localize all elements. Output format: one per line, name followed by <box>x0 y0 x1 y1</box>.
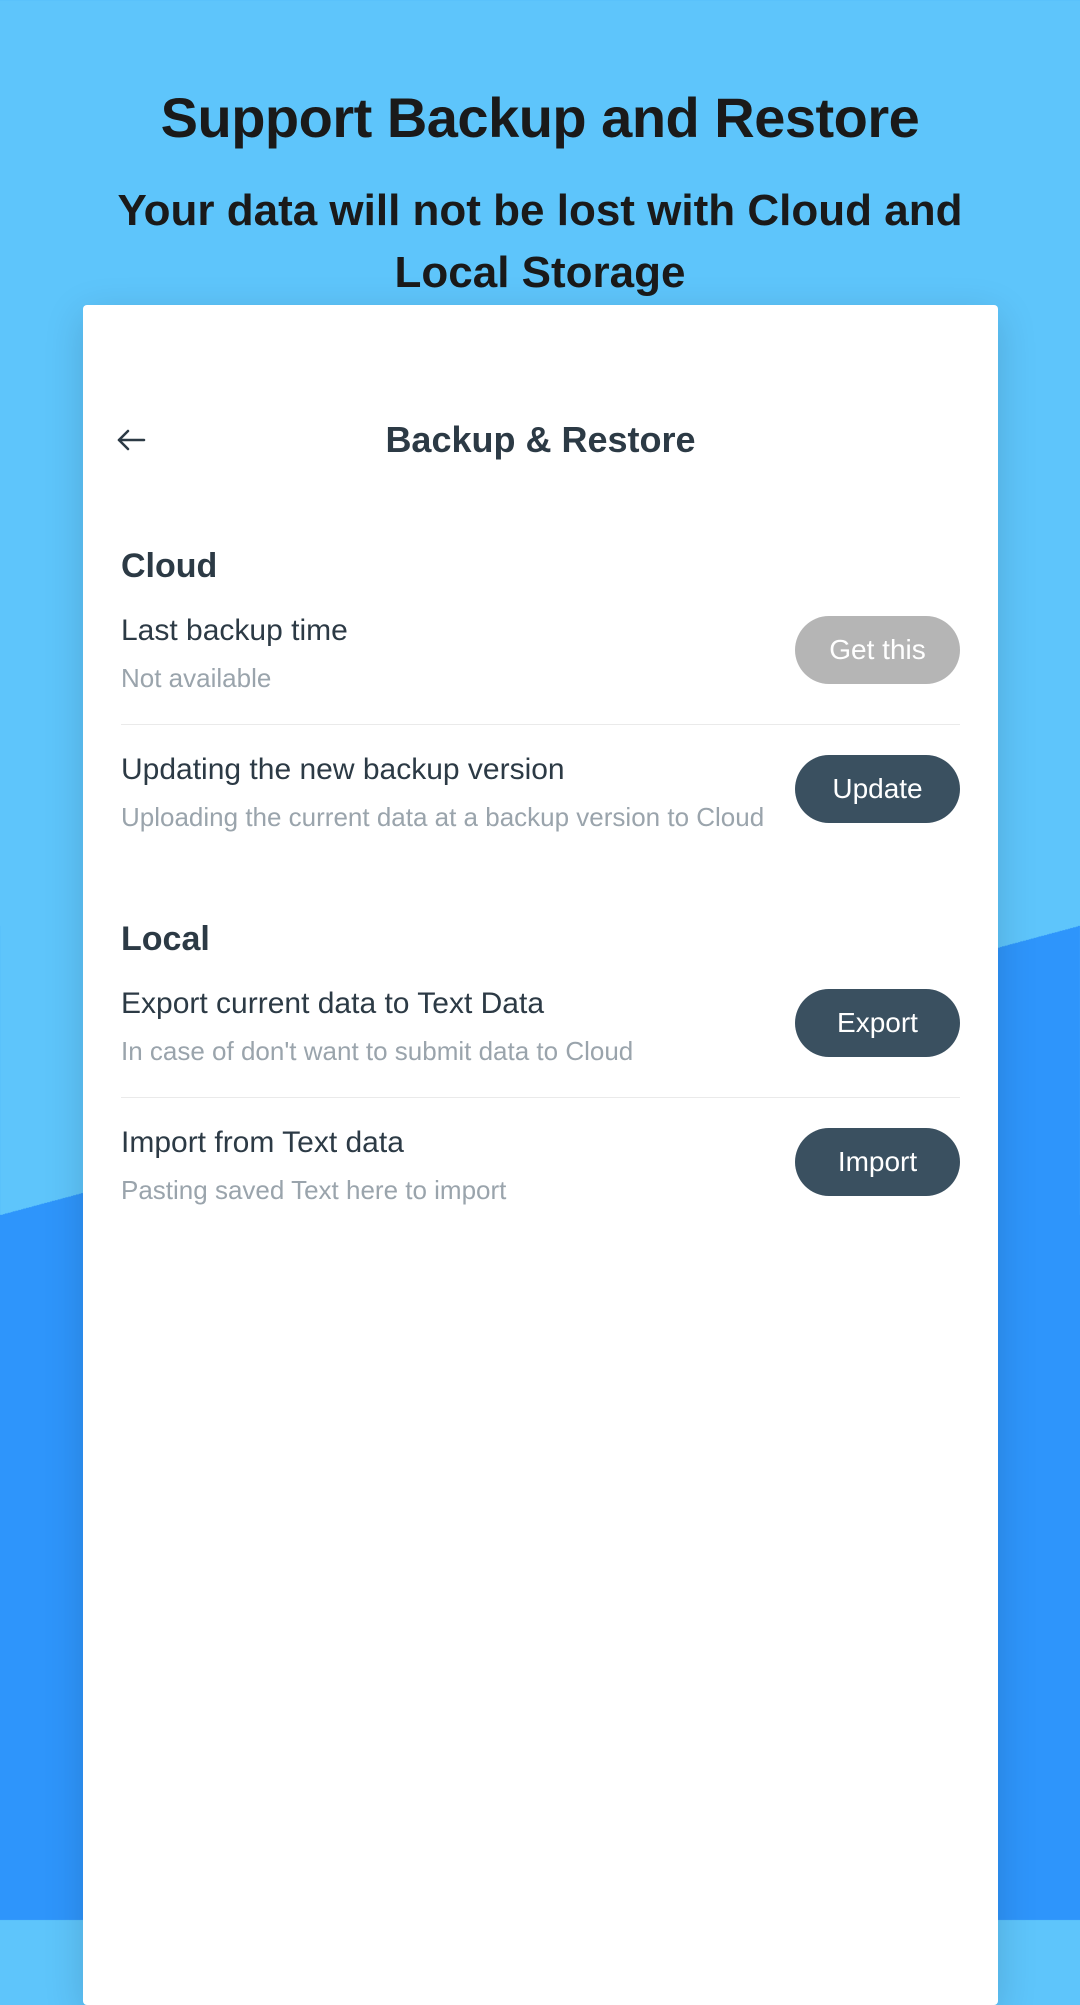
section-title-local: Local <box>121 920 960 959</box>
import-description: Pasting saved Text here to import <box>121 1172 775 1208</box>
export-description: In case of don't want to submit data to … <box>121 1033 775 1069</box>
setting-text: Updating the new backup version Uploadin… <box>121 753 795 835</box>
export-label: Export current data to Text Data <box>121 987 775 1021</box>
section-title-cloud: Cloud <box>121 547 960 586</box>
local-export-row: Export current data to Text Data In case… <box>121 987 960 1098</box>
settings-content: Cloud Last backup time Not available Get… <box>83 465 998 1237</box>
update-backup-description: Uploading the current data at a backup v… <box>121 799 775 835</box>
last-backup-label: Last backup time <box>121 614 775 648</box>
cloud-last-backup-row: Last backup time Not available Get this <box>121 614 960 725</box>
back-button[interactable] <box>111 420 151 460</box>
back-arrow-icon <box>116 428 146 452</box>
setting-text: Last backup time Not available <box>121 614 795 696</box>
update-backup-label: Updating the new backup version <box>121 753 775 787</box>
promo-subtitle: Your data will not be lost with Cloud an… <box>0 180 1080 303</box>
app-header: Backup & Restore <box>83 415 998 465</box>
page-title: Backup & Restore <box>111 419 970 461</box>
local-import-row: Import from Text data Pasting saved Text… <box>121 1126 960 1236</box>
cloud-update-row: Updating the new backup version Uploadin… <box>121 753 960 863</box>
import-button[interactable]: Import <box>795 1128 960 1196</box>
get-this-button[interactable]: Get this <box>795 616 960 684</box>
app-screen: Backup & Restore Cloud Last backup time … <box>83 305 998 2005</box>
setting-text: Export current data to Text Data In case… <box>121 987 795 1069</box>
setting-text: Import from Text data Pasting saved Text… <box>121 1126 795 1208</box>
last-backup-value: Not available <box>121 660 775 696</box>
export-button[interactable]: Export <box>795 989 960 1057</box>
import-label: Import from Text data <box>121 1126 775 1160</box>
promo-header: Support Backup and Restore Your data wil… <box>0 0 1080 303</box>
promo-title: Support Backup and Restore <box>0 85 1080 150</box>
update-button[interactable]: Update <box>795 755 960 823</box>
